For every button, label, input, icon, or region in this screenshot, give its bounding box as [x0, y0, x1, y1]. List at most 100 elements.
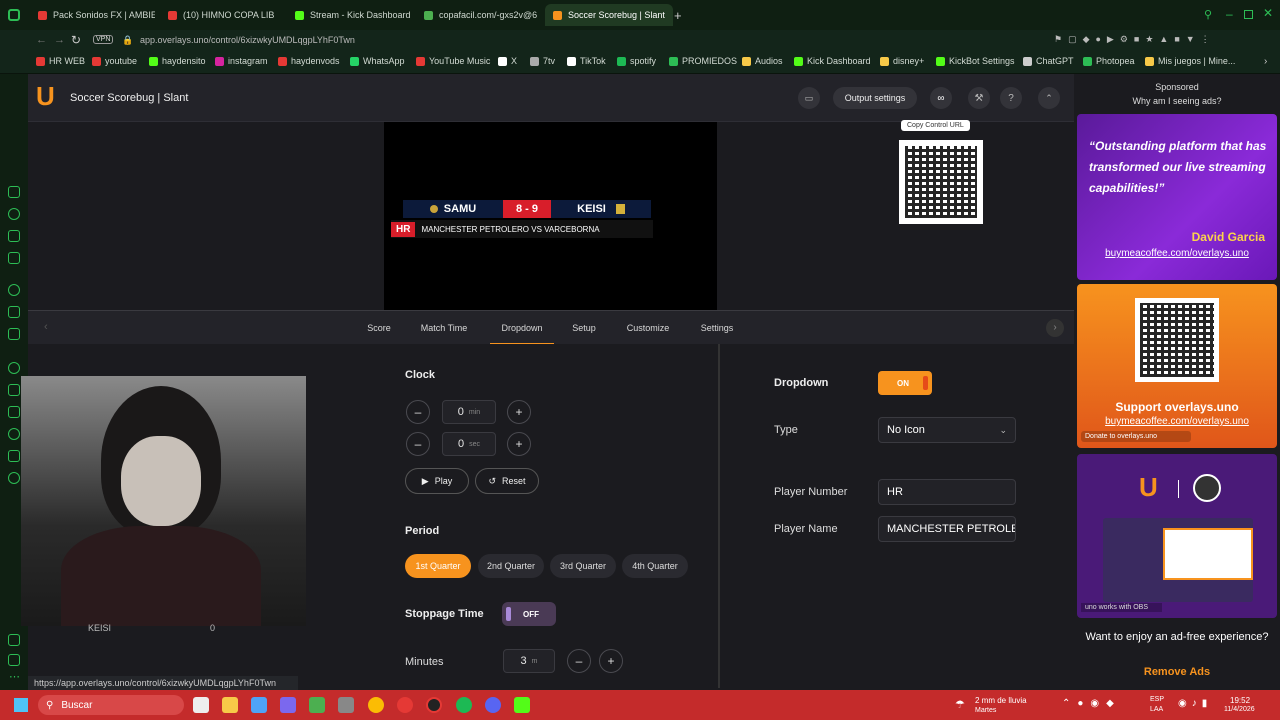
new-tab-icon[interactable]: + — [674, 8, 682, 23]
minutes-decrement-button[interactable]: – — [567, 649, 591, 673]
bookmark-item[interactable]: instagram — [215, 56, 268, 66]
qr-code[interactable] — [899, 140, 983, 224]
bookmark-item[interactable]: haydensito — [149, 56, 206, 66]
language-top[interactable]: ESP — [1150, 696, 1164, 703]
back-icon[interactable]: ← — [36, 34, 47, 46]
obs-ad[interactable]: U uno works with OBS — [1077, 454, 1277, 618]
tab-settings[interactable]: Settings — [692, 311, 742, 345]
browser-tab-active[interactable]: Soccer Scorebug | Slant — [545, 4, 673, 26]
bookmark-item[interactable]: PROMIEDOS — [669, 56, 737, 66]
sidebar-icon[interactable] — [8, 362, 20, 374]
support-ad[interactable]: Support overlays.uno buymeacoffee.com/ov… — [1077, 284, 1277, 448]
tab-customize[interactable]: Customize — [618, 311, 678, 345]
browser-logo-icon[interactable] — [8, 9, 20, 21]
chrome-icon[interactable] — [368, 697, 384, 713]
period-option-3rd[interactable]: 3rd Quarter — [550, 554, 616, 578]
sidebar-icon[interactable] — [8, 654, 20, 666]
minutes-increment-button[interactable]: + — [599, 649, 623, 673]
app-logo[interactable]: U — [36, 82, 55, 110]
taskbar-search[interactable]: ⚲ Buscar — [38, 695, 184, 715]
bookmark-item[interactable]: Mis juegos | Mine... — [1145, 56, 1235, 66]
app-icon[interactable] — [251, 697, 267, 713]
sidebar-icon[interactable] — [8, 634, 20, 646]
opera-icon[interactable] — [397, 697, 413, 713]
reset-button[interactable]: ↺ Reset — [475, 468, 539, 494]
output-preview[interactable]: SAMU 8 - 9 KEISI HR MANCHESTER PETROLERO… — [384, 122, 717, 310]
sidebar-icon[interactable] — [8, 328, 20, 340]
collapse-icon[interactable]: ⌃ — [1038, 87, 1060, 109]
taskview-icon[interactable] — [193, 697, 209, 713]
start-icon[interactable] — [14, 698, 28, 712]
bookmark-item[interactable]: HR WEB — [36, 56, 85, 66]
tab-score[interactable]: Score — [354, 311, 404, 345]
url-field[interactable]: app.overlays.uno/control/6xizwkyUMDLqgpL… — [140, 35, 355, 45]
browser-tab[interactable]: (10) HIMNO COPA LIB — [160, 4, 282, 26]
extension-icons[interactable]: ⚑▢◆●▶⚙■★▲■▼⋮ — [1054, 34, 1216, 45]
sidebar-icon[interactable] — [8, 406, 20, 418]
sidebar-icon[interactable] — [8, 428, 20, 440]
bookmark-item[interactable]: 7tv — [530, 56, 555, 66]
monitor-icon[interactable]: ▭ — [798, 87, 820, 109]
tab-setup[interactable]: Setup — [562, 311, 606, 345]
browser-tab[interactable]: copafacil.com/-gxs2v@6 — [416, 4, 541, 26]
explorer-icon[interactable] — [222, 697, 238, 713]
sidebar-icon[interactable] — [8, 306, 20, 318]
bookmark-item[interactable]: Audios — [742, 56, 783, 66]
bookmark-item[interactable]: disney+ — [880, 56, 924, 66]
play-button[interactable]: ▶ Play — [405, 468, 469, 494]
bookmark-item[interactable]: WhatsApp — [350, 56, 405, 66]
remove-ads-link[interactable]: Remove Ads — [1074, 666, 1280, 678]
tabs-prev-icon[interactable]: ‹ — [44, 321, 48, 333]
copy-link-icon[interactable]: ∞ — [930, 87, 952, 109]
donate-button[interactable]: Donate to overlays.uno — [1081, 431, 1191, 442]
type-select[interactable]: No Icon ⌄ — [878, 417, 1016, 443]
bookmark-item[interactable]: TikTok — [567, 56, 606, 66]
tab-dropdown[interactable]: Dropdown — [490, 311, 554, 345]
discord-icon[interactable] — [485, 697, 501, 713]
bookmark-item[interactable]: X — [498, 56, 517, 66]
team-score-value[interactable]: 0 — [210, 623, 215, 633]
bookmark-item[interactable]: youtube — [92, 56, 137, 66]
second-increment-button[interactable]: + — [507, 432, 531, 456]
bookmark-item[interactable]: haydenvods — [278, 56, 340, 66]
wrench-icon[interactable]: ⚒ — [968, 87, 990, 109]
forward-icon[interactable]: → — [54, 34, 65, 46]
clock-time[interactable]: 19:52 — [1230, 696, 1250, 705]
maximize-icon[interactable] — [1244, 10, 1253, 19]
calculator-icon[interactable] — [338, 697, 354, 713]
bookmark-item[interactable]: KickBot Settings — [936, 56, 1015, 66]
player-name-input[interactable]: MANCHESTER PETROLE — [878, 516, 1016, 542]
period-option-2nd[interactable]: 2nd Quarter — [478, 554, 544, 578]
output-settings-button[interactable]: Output settings — [833, 87, 917, 109]
second-field[interactable]: 0 sec — [442, 432, 496, 456]
vpn-badge[interactable]: VPN — [93, 35, 114, 44]
weather-text[interactable]: 2 mm de lluvia — [975, 696, 1027, 705]
opera-gx-icon[interactable] — [426, 697, 442, 713]
sidebar-icon[interactable] — [8, 252, 20, 264]
support-link[interactable]: buymeacoffee.com/overlays.uno — [1077, 416, 1277, 427]
period-option-1st[interactable]: 1st Quarter — [405, 554, 471, 578]
teams-icon[interactable] — [280, 697, 296, 713]
tray-icons[interactable]: ⌃●◉◆ — [1062, 698, 1121, 709]
bookmark-item[interactable]: spotify — [617, 56, 656, 66]
minutes-field[interactable]: 3m — [503, 649, 555, 673]
minute-increment-button[interactable]: + — [507, 400, 531, 424]
sidebar-icon[interactable] — [8, 186, 20, 198]
bookmark-item[interactable]: Kick Dashboard — [794, 56, 871, 66]
sidebar-icon[interactable] — [8, 472, 20, 484]
sidebar-icon[interactable] — [8, 230, 20, 242]
minute-decrement-button[interactable]: – — [406, 400, 430, 424]
minimize-icon[interactable]: – — [1226, 7, 1233, 21]
tabs-next-icon[interactable]: › — [1046, 319, 1064, 337]
bookmark-item[interactable]: YouTube Music — [416, 56, 490, 66]
browser-tab[interactable]: Stream - Kick Dashboard — [287, 4, 412, 26]
help-icon[interactable]: ? — [1000, 87, 1022, 109]
reload-icon[interactable]: ↻ — [71, 33, 81, 47]
kick-icon[interactable] — [514, 697, 530, 713]
sidebar-icon[interactable] — [8, 384, 20, 396]
notes-icon[interactable] — [309, 697, 325, 713]
system-icons[interactable]: ◉♪▮ — [1178, 698, 1212, 709]
period-option-4th[interactable]: 4th Quarter — [622, 554, 688, 578]
sidebar-icon[interactable] — [8, 284, 20, 296]
why-ads-link[interactable]: Why am I seeing ads? — [1074, 96, 1280, 106]
